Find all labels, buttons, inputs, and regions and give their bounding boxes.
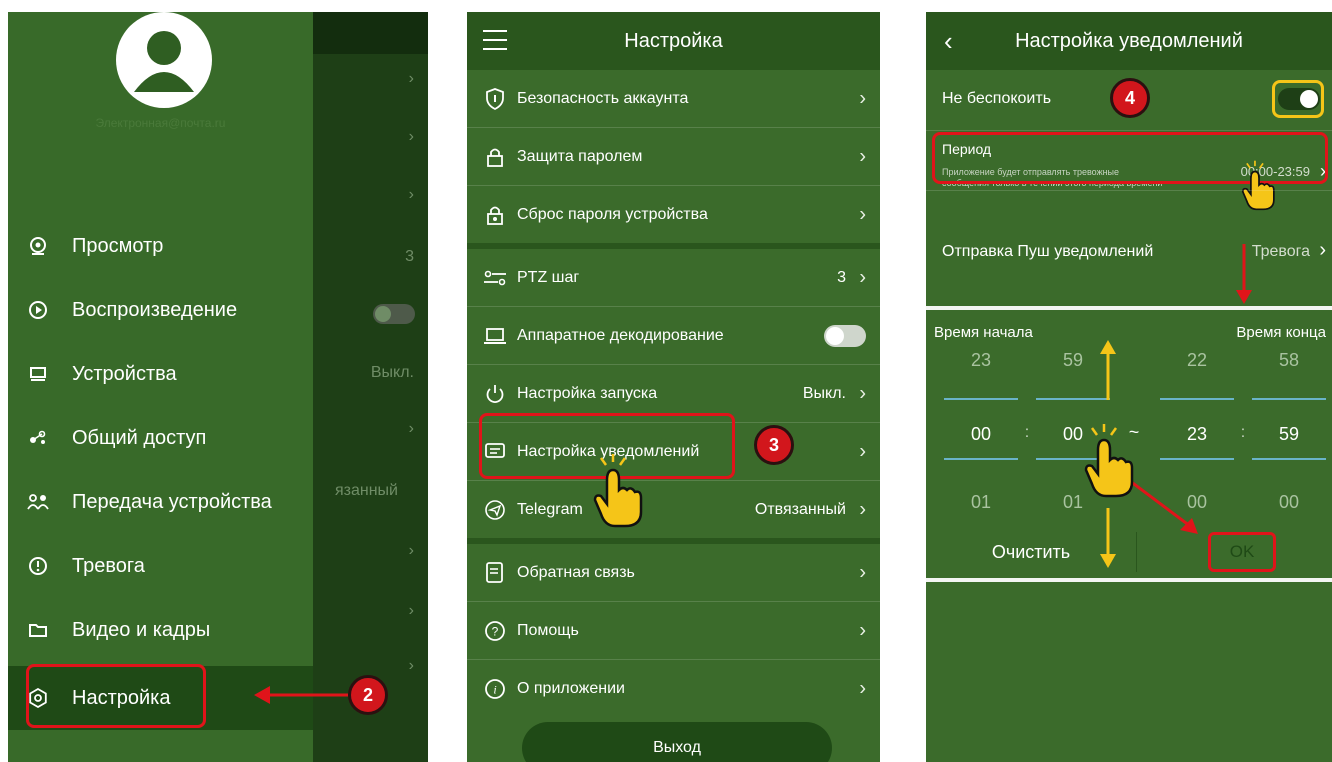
settings-panel: Настройка Безопасность аккаунта › Защита… bbox=[467, 12, 880, 762]
avatar[interactable] bbox=[116, 12, 212, 108]
ok-button[interactable]: OK bbox=[1208, 532, 1276, 572]
pointer-hand-icon bbox=[593, 454, 643, 528]
side-drawer-panel: › › › 3 Выкл. › язанный › › › Электронна… bbox=[8, 12, 428, 762]
page-title: Настройка bbox=[624, 29, 723, 52]
share-icon bbox=[24, 424, 52, 452]
shield-icon bbox=[483, 87, 507, 111]
chevron-right-icon: › bbox=[1319, 239, 1326, 261]
play-icon bbox=[24, 296, 52, 324]
end-minute-wheel[interactable]: 59 bbox=[1252, 424, 1326, 445]
lock-reset-icon bbox=[483, 203, 507, 227]
alarm-icon bbox=[24, 552, 52, 580]
row-feedback[interactable]: Обратная связь › bbox=[467, 544, 880, 601]
navigation-drawer: Электронная@почта.ru Просмотр Воспроизве… bbox=[8, 12, 313, 762]
arrow-down-icon bbox=[1236, 244, 1252, 304]
svg-text:?: ? bbox=[492, 624, 499, 638]
header: ‹ Настройка уведомлений bbox=[926, 12, 1332, 70]
row-device-password-reset[interactable]: Сброс пароля устройства › bbox=[467, 186, 880, 243]
row-account-security[interactable]: Безопасность аккаунта › bbox=[467, 70, 880, 127]
arrow-left-icon bbox=[254, 686, 348, 704]
highlight-settings bbox=[26, 664, 206, 728]
row-do-not-disturb: Не беспокоить 4 bbox=[926, 70, 1332, 130]
row-help[interactable]: ? Помощь › bbox=[467, 602, 880, 659]
feedback-icon bbox=[483, 561, 507, 585]
chevron-right-icon: › bbox=[859, 145, 866, 167]
chevron-right-icon: › bbox=[859, 619, 866, 641]
user-icon bbox=[118, 14, 210, 106]
chevron-right-icon: › bbox=[859, 266, 866, 288]
time-picker: Время начала Время конца 23 59 22 58 00 … bbox=[926, 310, 1332, 578]
view-icon bbox=[24, 232, 52, 260]
menu-item-view[interactable]: Просмотр bbox=[8, 218, 313, 274]
info-icon: i bbox=[483, 677, 507, 701]
chevron-right-icon: › bbox=[859, 203, 866, 225]
menu-item-playback[interactable]: Воспроизведение bbox=[8, 282, 313, 338]
pointer-hand-icon bbox=[1084, 424, 1134, 498]
background-settings-list: › › › 3 Выкл. › язанный › › › bbox=[313, 12, 428, 762]
row-password-protect[interactable]: Защита паролем › bbox=[467, 128, 880, 185]
page-title: Настройка уведомлений bbox=[1015, 29, 1243, 52]
power-icon bbox=[483, 382, 507, 406]
telegram-icon bbox=[483, 498, 507, 522]
menu-item-transfer[interactable]: Передача устройства bbox=[8, 474, 313, 530]
row-telegram[interactable]: Telegram Отвязанный › bbox=[467, 481, 880, 538]
hw-decoding-toggle[interactable] bbox=[824, 324, 866, 347]
row-about[interactable]: i О приложении › bbox=[467, 660, 880, 717]
menu-icon[interactable] bbox=[483, 29, 507, 57]
help-icon: ? bbox=[483, 619, 507, 643]
step-badge-4: 4 bbox=[1110, 78, 1150, 118]
ptz-icon bbox=[483, 266, 507, 290]
hardware-icon bbox=[483, 324, 507, 348]
chevron-right-icon: › bbox=[859, 561, 866, 583]
folder-icon bbox=[24, 616, 52, 644]
chevron-right-icon: › bbox=[859, 440, 866, 462]
notification-settings-panel: ‹ Настройка уведомлений Не беспокоить 4 … bbox=[926, 12, 1332, 762]
exit-button[interactable]: Выход bbox=[522, 722, 832, 762]
menu-item-video[interactable]: Видео и кадры bbox=[8, 602, 313, 658]
devices-icon bbox=[24, 360, 52, 388]
menu-item-alarm[interactable]: Тревога bbox=[8, 538, 313, 594]
row-ptz-step[interactable]: PTZ шаг 3 › bbox=[467, 249, 880, 306]
chevron-right-icon: › bbox=[859, 382, 866, 404]
step-badge-2: 2 bbox=[348, 675, 388, 715]
menu-item-devices[interactable]: Устройства bbox=[8, 346, 313, 402]
svg-text:i: i bbox=[493, 682, 496, 696]
transfer-icon bbox=[24, 488, 52, 516]
user-email: Электронная@почта.ru bbox=[95, 116, 226, 130]
arrow-up-icon bbox=[1100, 340, 1116, 400]
dnd-toggle[interactable] bbox=[1278, 88, 1320, 110]
chevron-right-icon: › bbox=[859, 498, 866, 520]
chevron-right-icon: › bbox=[859, 87, 866, 109]
end-hour-wheel[interactable]: 23 bbox=[1160, 424, 1234, 445]
lock-icon bbox=[483, 145, 507, 169]
chevron-right-icon: › bbox=[859, 677, 866, 699]
menu-item-share[interactable]: Общий доступ bbox=[8, 410, 313, 466]
step-badge-3: 3 bbox=[754, 425, 794, 465]
row-hw-decoding: Аппаратное декодирование bbox=[467, 307, 880, 364]
header: Настройка bbox=[467, 12, 880, 70]
row-push-notifications[interactable]: Отправка Пуш уведомлений Тревога › bbox=[926, 191, 1332, 306]
start-hour-wheel[interactable]: 00 bbox=[944, 424, 1018, 445]
